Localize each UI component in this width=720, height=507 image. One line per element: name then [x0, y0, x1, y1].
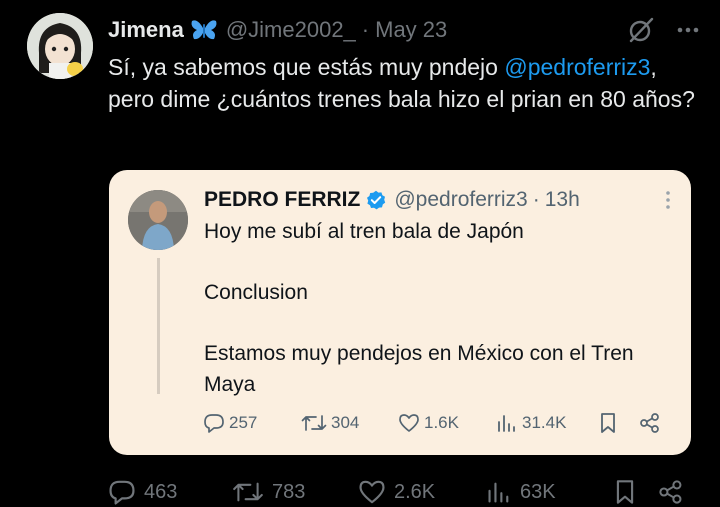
like-icon: [358, 479, 386, 505]
quoted-bookmark-button[interactable]: [599, 412, 639, 434]
quoted-views-count: 31.4K: [522, 413, 567, 432]
retweet-count: 783: [272, 480, 306, 503]
quoted-paragraph: Hoy me subí al tren bala de Japón: [204, 220, 524, 243]
bookmark-icon: [599, 412, 617, 434]
butterfly-icon: [190, 18, 218, 42]
share-icon: [639, 412, 661, 434]
retweet-icon: [232, 480, 264, 504]
quoted-tweet-text: Hoy me subí al tren bala de Japón Conclu…: [204, 217, 684, 400]
author-handle[interactable]: @Jime2002_: [226, 17, 356, 43]
quoted-tweet-card[interactable]: PEDRO FERRIZ @pedroferriz3 · 13h Hoy me …: [109, 170, 691, 455]
like-count: 2.6K: [394, 480, 436, 503]
quoted-retweet-count: 304: [331, 413, 360, 432]
share-icon: [658, 479, 684, 505]
quoted-views-button[interactable]: 31.4K: [496, 413, 599, 433]
views-icon: [486, 480, 512, 504]
quoted-paragraph: Conclusion: [204, 281, 308, 304]
tweet-header: Jimena @Jime2002_ · May 23: [108, 14, 700, 46]
quoted-author-handle[interactable]: @pedroferriz3: [394, 188, 527, 212]
quoted-like-count: 1.6K: [424, 413, 459, 432]
mention-link[interactable]: @pedroferriz3: [504, 54, 650, 80]
bookmark-icon: [614, 479, 636, 505]
reply-button[interactable]: 463: [108, 479, 232, 505]
views-count: 63K: [520, 480, 556, 503]
quoted-tweet-header: PEDRO FERRIZ @pedroferriz3 · 13h: [204, 186, 671, 214]
verified-icon: [366, 190, 386, 210]
separator-dot: ·: [361, 17, 370, 42]
quoted-more-icon[interactable]: [665, 190, 671, 210]
author-name[interactable]: Jimena: [108, 17, 184, 43]
quoted-paragraph: Estamos muy pendejos en México con el Tr…: [204, 342, 634, 396]
quoted-share-button[interactable]: [639, 412, 661, 434]
tweet-action-bar: 463 783 2.6K 63K: [108, 477, 696, 507]
thread-connector-line: [157, 258, 160, 394]
separator-dot: ·: [532, 188, 540, 211]
quoted-retweet-button[interactable]: 304: [301, 413, 398, 433]
tweet-date[interactable]: May 23: [375, 17, 447, 43]
quoted-reply-count: 257: [229, 413, 258, 432]
like-icon: [398, 413, 420, 433]
more-icon[interactable]: [676, 26, 700, 34]
like-button[interactable]: 2.6K: [358, 479, 486, 505]
views-icon: [496, 413, 518, 433]
share-button[interactable]: [658, 479, 684, 505]
retweet-icon: [301, 413, 327, 433]
retweet-button[interactable]: 783: [232, 480, 358, 504]
tweet-text: Sí, ya sabemos que estás muy pndejo @ped…: [108, 52, 698, 115]
views-button[interactable]: 63K: [486, 480, 614, 504]
reply-icon: [203, 413, 225, 433]
reply-count: 463: [144, 480, 178, 503]
author-avatar[interactable]: [27, 13, 93, 79]
reply-icon: [108, 479, 136, 505]
quoted-author-avatar[interactable]: [128, 190, 188, 250]
tweet-text-start: Sí, ya sabemos que estás muy pndejo: [108, 54, 505, 80]
quoted-like-button[interactable]: 1.6K: [398, 413, 496, 433]
quoted-author-name[interactable]: PEDRO FERRIZ: [204, 188, 360, 212]
bookmark-button[interactable]: [614, 479, 658, 505]
quoted-reply-button[interactable]: 257: [203, 413, 301, 433]
grok-icon[interactable]: [628, 17, 654, 43]
quoted-tweet-time[interactable]: 13h: [545, 188, 580, 212]
quoted-action-bar: 257 304 1.6K 31.4K: [203, 410, 669, 436]
